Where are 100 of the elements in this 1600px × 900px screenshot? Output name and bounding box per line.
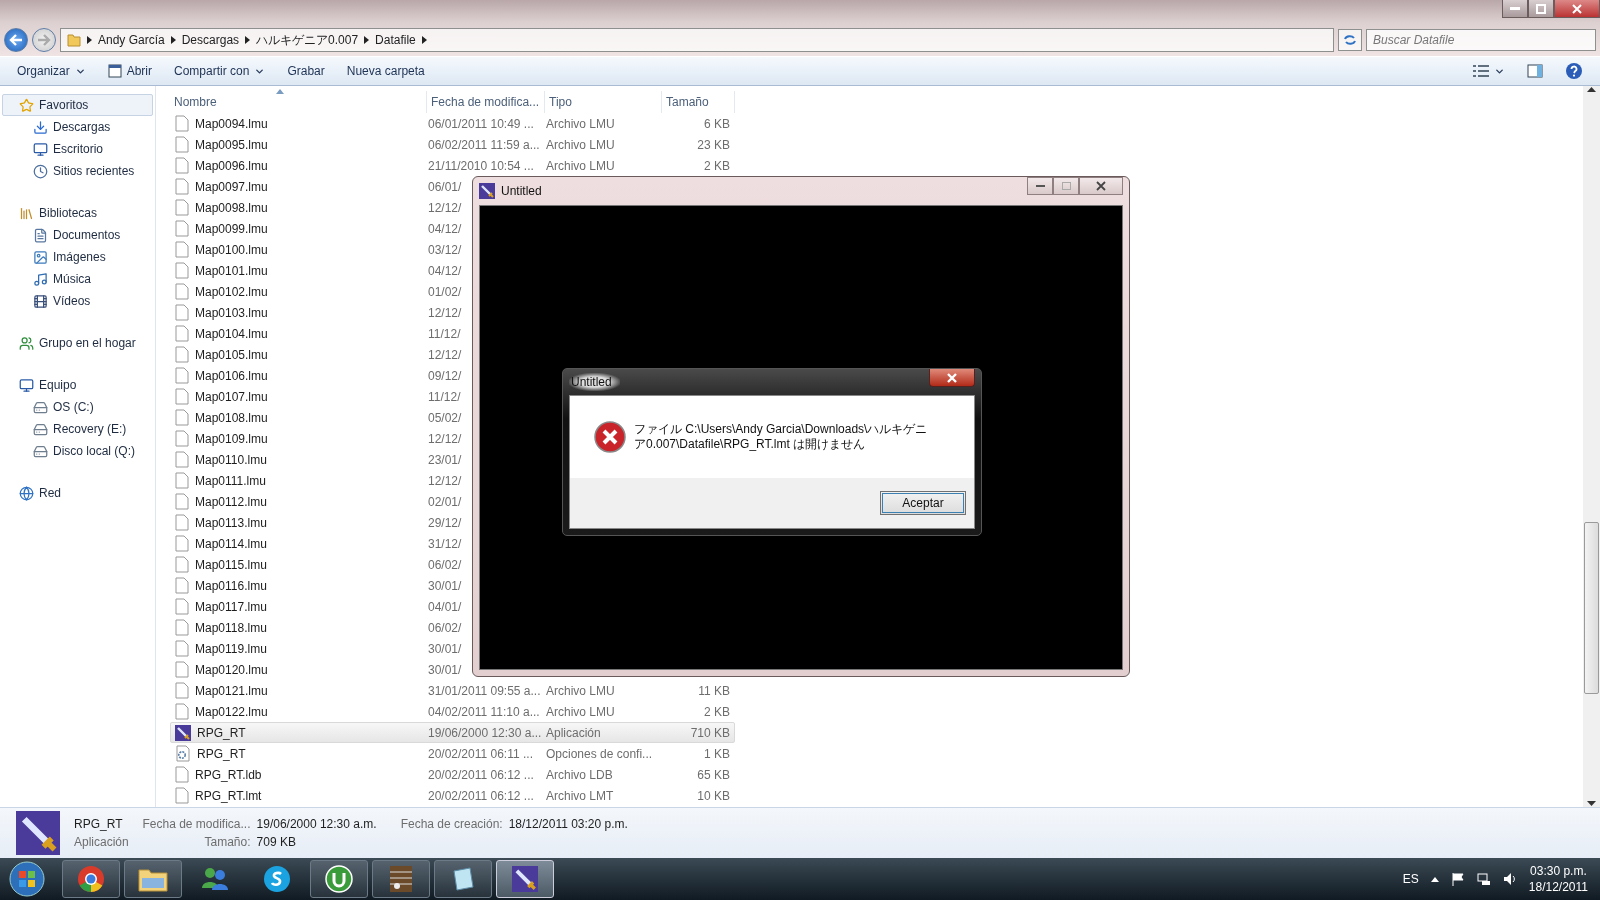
file-row[interactable]: RPG_RT 20/02/2011 06:11 ... Opciones de confi... 1 KB bbox=[170, 743, 735, 764]
file-row[interactable]: RPG_RT 19/06/2000 12:30 a... Aplicación 710 KB bbox=[170, 722, 735, 743]
sidebar-item[interactable]: Vídeos bbox=[2, 290, 153, 312]
file-row[interactable]: Map0114.lmu 31/12/ bbox=[170, 533, 468, 554]
date-text: 30/01/ bbox=[428, 662, 462, 677]
accept-button[interactable]: Aceptar bbox=[880, 491, 966, 515]
column-header[interactable]: Tamaño bbox=[662, 91, 735, 113]
file-row[interactable]: Map0098.lmu 12/12/ bbox=[170, 197, 468, 218]
file-row[interactable]: Map0118.lmu 06/02/ bbox=[170, 617, 468, 638]
column-header[interactable]: Nombre bbox=[156, 91, 427, 113]
sidebar-item[interactable]: Música bbox=[2, 268, 153, 290]
file-row[interactable]: Map0122.lmu 04/02/2011 11:10 a... Archivo LMU 2 KB bbox=[170, 701, 735, 722]
size-text: 1 KB bbox=[704, 746, 730, 761]
sidebar-item[interactable]: Bibliotecas bbox=[2, 202, 153, 224]
breadcrumb-item[interactable]: Andy García bbox=[98, 33, 165, 47]
refresh-button[interactable] bbox=[1338, 29, 1362, 51]
file-row[interactable]: Map0099.lmu 04/12/ bbox=[170, 218, 468, 239]
minimize-button[interactable] bbox=[1502, 0, 1528, 18]
file-row[interactable]: Map0109.lmu 12/12/ bbox=[170, 428, 468, 449]
sidebar-item[interactable]: OS (C:) bbox=[2, 396, 153, 418]
sidebar-item[interactable]: Equipo bbox=[2, 374, 153, 396]
date-text: 04/12/ bbox=[428, 263, 462, 278]
close-button[interactable] bbox=[1079, 177, 1123, 195]
minimize-button[interactable] bbox=[1027, 177, 1053, 195]
file-icon bbox=[175, 787, 189, 804]
sidebar-item[interactable]: Recovery (E:) bbox=[2, 418, 153, 440]
breadcrumb-item[interactable]: ハルキゲニア0.007 bbox=[256, 31, 359, 49]
sidebar-item[interactable]: Escritorio bbox=[2, 138, 153, 160]
language-indicator[interactable]: ES bbox=[1402, 872, 1419, 886]
search-field[interactable]: Buscar Datafile bbox=[1366, 29, 1596, 51]
file-row[interactable]: Map0103.lmu 12/12/ bbox=[170, 302, 468, 323]
column-header[interactable]: Fecha de modifica... bbox=[427, 91, 545, 113]
file-row[interactable]: Map0111.lmu 12/12/ bbox=[170, 470, 468, 491]
toolbar-button[interactable]: Grabar bbox=[278, 60, 334, 82]
taskbar-button[interactable] bbox=[310, 860, 368, 898]
file-row[interactable]: Map0121.lmu 31/01/2011 09:55 a... Archivo LMU 11 KB bbox=[170, 680, 735, 701]
address-bar[interactable]: Andy García Descargas ハルキゲニア0.007 Datafile bbox=[60, 28, 1334, 52]
flag-icon[interactable] bbox=[1450, 872, 1465, 886]
scrollbar[interactable] bbox=[1583, 86, 1600, 807]
file-row[interactable]: Map0105.lmu 12/12/ bbox=[170, 344, 468, 365]
forward-button[interactable] bbox=[32, 28, 56, 52]
date-text: 03/12/ bbox=[428, 242, 462, 257]
sidebar-item[interactable]: Grupo en el hogar bbox=[2, 332, 153, 354]
file-icon bbox=[175, 430, 189, 447]
close-icon bbox=[1096, 181, 1106, 191]
toolbar-button[interactable]: Organizar bbox=[8, 60, 95, 82]
toolbar-button[interactable]: Abrir bbox=[98, 60, 162, 82]
sidebar-item[interactable]: Favoritos bbox=[2, 94, 153, 116]
network-icon[interactable] bbox=[1476, 872, 1491, 886]
file-row[interactable]: Map0120.lmu 30/01/ bbox=[170, 659, 468, 680]
show-hidden-icons-icon[interactable] bbox=[1430, 876, 1439, 882]
close-button[interactable] bbox=[929, 369, 975, 387]
taskbar-button[interactable] bbox=[434, 860, 492, 898]
file-row[interactable]: Map0117.lmu 04/01/ bbox=[170, 596, 468, 617]
breadcrumb-item[interactable]: Descargas bbox=[181, 33, 240, 47]
sidebar-item[interactable]: Disco local (Q:) bbox=[2, 440, 153, 462]
toolbar-button[interactable]: Nueva carpeta bbox=[337, 60, 434, 82]
file-row[interactable]: Map0116.lmu 30/01/ bbox=[170, 575, 468, 596]
file-row[interactable]: Map0108.lmu 05/02/ bbox=[170, 407, 468, 428]
file-row[interactable]: Map0113.lmu 29/12/ bbox=[170, 512, 468, 533]
scroll-thumb[interactable] bbox=[1584, 522, 1599, 694]
file-name: Map0108.lmu bbox=[195, 410, 268, 425]
sidebar-item[interactable]: Imágenes bbox=[2, 246, 153, 268]
toolbar-button[interactable]: Compartir con bbox=[165, 60, 275, 82]
sidebar-item[interactable]: Documentos bbox=[2, 224, 153, 246]
file-row[interactable]: Map0110.lmu 23/01/ bbox=[170, 449, 468, 470]
file-row[interactable]: Map0104.lmu 11/12/ bbox=[170, 323, 468, 344]
breadcrumb-item[interactable]: Datafile bbox=[375, 33, 416, 47]
file-icon bbox=[175, 178, 189, 195]
file-icon bbox=[175, 241, 189, 258]
file-row[interactable]: Map0094.lmu 06/01/2011 10:49 ... Archivo LMU 6 KB bbox=[170, 113, 735, 134]
sidebar-item[interactable]: Sitios recientes bbox=[2, 160, 153, 182]
sidebar-item[interactable]: Descargas bbox=[2, 116, 153, 138]
volume-icon[interactable] bbox=[1502, 872, 1517, 886]
file-row[interactable]: RPG_RT.ldb 20/02/2011 06:12 ... Archivo LDB 65 KB bbox=[170, 764, 735, 785]
file-row[interactable]: Map0102.lmu 01/02/ bbox=[170, 281, 468, 302]
taskbar-button[interactable] bbox=[62, 860, 120, 898]
column-header[interactable]: Tipo bbox=[545, 91, 662, 113]
file-icon bbox=[175, 472, 189, 489]
sidebar-item[interactable]: Red bbox=[2, 482, 153, 504]
clock[interactable]: 03:30 p.m. 18/12/2011 bbox=[1528, 864, 1588, 894]
file-row[interactable]: RPG_RT.lmt 20/02/2011 06:12 ... Archivo LMT 10 KB bbox=[170, 785, 735, 806]
file-row[interactable]: Map0112.lmu 02/01/ bbox=[170, 491, 468, 512]
file-row[interactable]: Map0097.lmu 06/01/ bbox=[170, 176, 468, 197]
close-button[interactable] bbox=[1554, 0, 1600, 18]
file-row[interactable]: Map0095.lmu 06/02/2011 11:59 a... Archivo LMU 23 KB bbox=[170, 134, 735, 155]
detail-label: Tamaño: bbox=[203, 835, 251, 849]
file-row[interactable]: Map0115.lmu 06/02/ bbox=[170, 554, 468, 575]
date-text: 11/12/ bbox=[428, 326, 461, 341]
file-row[interactable]: Map0107.lmu 11/12/ bbox=[170, 386, 468, 407]
folder-icon bbox=[67, 33, 81, 47]
back-button[interactable] bbox=[4, 28, 28, 52]
taskbar-button[interactable] bbox=[124, 860, 182, 898]
restore-button[interactable] bbox=[1528, 0, 1554, 18]
file-row[interactable]: Map0101.lmu 04/12/ bbox=[170, 260, 468, 281]
file-row[interactable]: Map0106.lmu 09/12/ bbox=[170, 365, 468, 386]
file-row[interactable]: Map0096.lmu 21/11/2010 10:54 ... Archivo LMU 2 KB bbox=[170, 155, 735, 176]
file-row[interactable]: Map0100.lmu 03/12/ bbox=[170, 239, 468, 260]
maximize-button[interactable] bbox=[1053, 177, 1079, 195]
file-row[interactable]: Map0119.lmu 30/01/ bbox=[170, 638, 468, 659]
